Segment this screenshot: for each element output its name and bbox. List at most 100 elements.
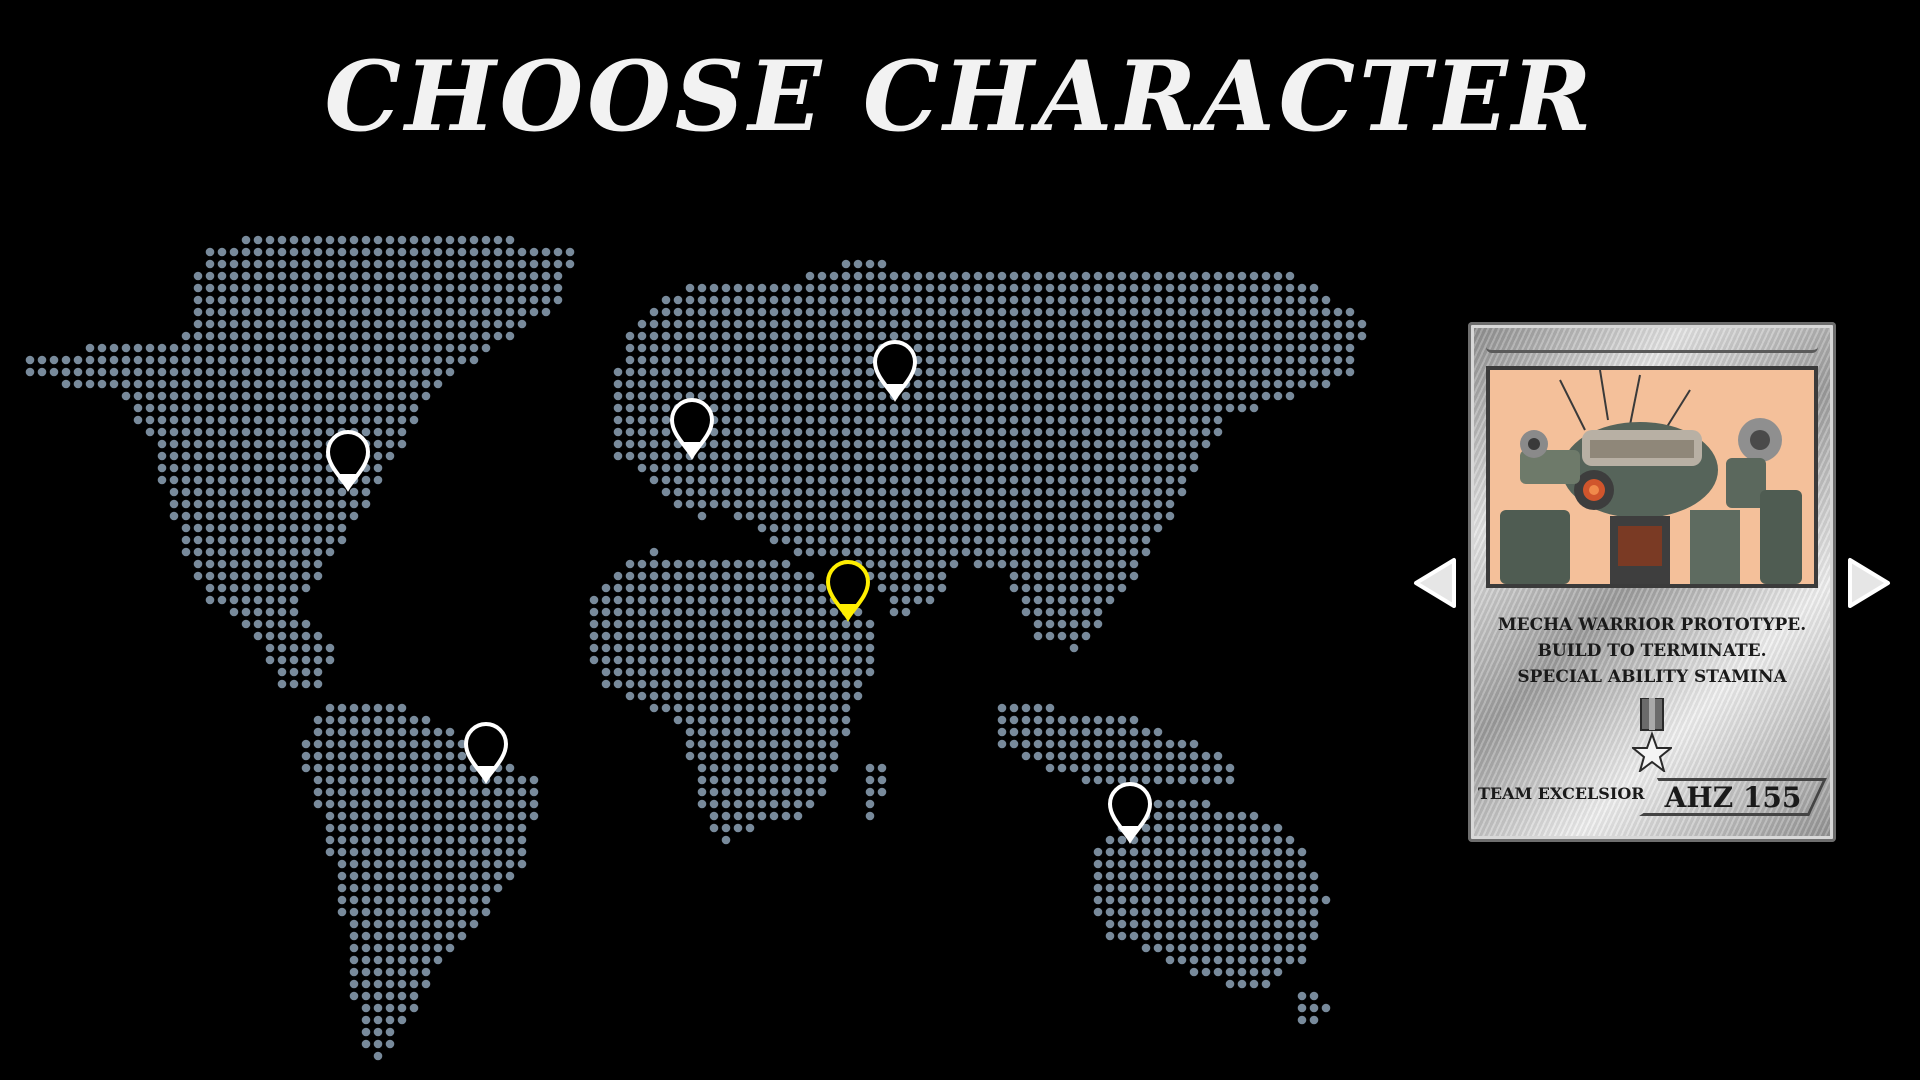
map-dot (709, 295, 719, 305)
map-dot (1081, 535, 1091, 545)
map-dot (313, 307, 323, 317)
map-dot (661, 439, 671, 449)
map-dot (1213, 907, 1223, 917)
map-dot (709, 811, 719, 821)
map-dot (1141, 415, 1151, 425)
map-dot (529, 271, 539, 281)
map-dot (337, 331, 347, 341)
map-dot (649, 439, 659, 449)
map-dot (649, 559, 659, 569)
arrow-left-icon[interactable] (1410, 556, 1458, 610)
map-dot (625, 571, 635, 581)
map-dot (505, 847, 515, 857)
map-dot (1273, 931, 1283, 941)
map-dot (793, 499, 803, 509)
map-dot (1153, 511, 1163, 521)
map-dot (1093, 775, 1103, 785)
map-dot (301, 511, 311, 521)
map-dot (1045, 415, 1055, 425)
map-dot (613, 595, 623, 605)
map-dot (1165, 499, 1175, 509)
map-dot (1081, 463, 1091, 473)
map-dot (1249, 307, 1259, 317)
map-dot (973, 355, 983, 365)
map-dot (1273, 331, 1283, 341)
map-dot (1261, 391, 1271, 401)
map-dot (997, 331, 1007, 341)
map-dot (1297, 367, 1307, 377)
map-pin-russia-icon[interactable] (872, 340, 918, 402)
map-dot (145, 379, 155, 389)
map-dot (1093, 727, 1103, 737)
map-dot (1033, 283, 1043, 293)
map-dot (769, 379, 779, 389)
map-dot (1165, 271, 1175, 281)
map-dot (337, 787, 347, 797)
map-dot (697, 607, 707, 617)
map-dot (349, 259, 359, 269)
map-dot (493, 331, 503, 341)
map-dot (457, 931, 467, 941)
map-dot (757, 463, 767, 473)
map-dot (1165, 439, 1175, 449)
map-dot (1033, 727, 1043, 737)
map-dot (457, 823, 467, 833)
map-dot (409, 991, 419, 1001)
map-dot (925, 415, 935, 425)
map-dot (709, 667, 719, 677)
map-dot (97, 367, 107, 377)
map-dot (433, 943, 443, 953)
map-dot (1057, 367, 1067, 377)
map-dot (1045, 523, 1055, 533)
map-dot (829, 655, 839, 665)
map-dot (805, 511, 815, 521)
map-dot (385, 895, 395, 905)
map-dot (757, 391, 767, 401)
map-dot (1057, 751, 1067, 761)
map-dot (685, 499, 695, 509)
map-dot (769, 715, 779, 725)
map-dot (973, 535, 983, 545)
map-dot (973, 271, 983, 281)
map-dot (817, 631, 827, 641)
map-dot (925, 271, 935, 281)
map-dot (961, 283, 971, 293)
map-dot (1201, 931, 1211, 941)
map-dot (1117, 535, 1127, 545)
map-dot (325, 547, 335, 557)
map-dot (769, 451, 779, 461)
map-dot (937, 463, 947, 473)
map-dot (745, 475, 755, 485)
map-dot (1261, 355, 1271, 365)
map-dot (877, 271, 887, 281)
map-dot (217, 391, 227, 401)
arrow-right-icon[interactable] (1846, 556, 1894, 610)
map-dot (1177, 343, 1187, 353)
map-dot (769, 439, 779, 449)
map-dot (1213, 955, 1223, 965)
map-dot (1105, 391, 1115, 401)
map-dot (1021, 415, 1031, 425)
map-dot (397, 703, 407, 713)
map-dot (1021, 547, 1031, 557)
map-dot (673, 451, 683, 461)
map-dot (481, 247, 491, 257)
map-dot (385, 763, 395, 773)
character-card[interactable]: MECHA WARRIOR PROTOTYPE. BUILD TO TERMIN… (1468, 322, 1836, 842)
map-dot (493, 847, 503, 857)
map-dot (709, 751, 719, 761)
map-dot (289, 655, 299, 665)
map-dot (745, 331, 755, 341)
map-dot (289, 643, 299, 653)
map-dot (829, 703, 839, 713)
map-dot (325, 295, 335, 305)
map-dot (1261, 931, 1271, 941)
map-dot (277, 643, 287, 653)
map-dot (505, 799, 515, 809)
map-dot (937, 283, 947, 293)
map-dot (805, 391, 815, 401)
map-dot (181, 367, 191, 377)
map-dot (709, 643, 719, 653)
map-dot (397, 415, 407, 425)
map-dot (409, 955, 419, 965)
